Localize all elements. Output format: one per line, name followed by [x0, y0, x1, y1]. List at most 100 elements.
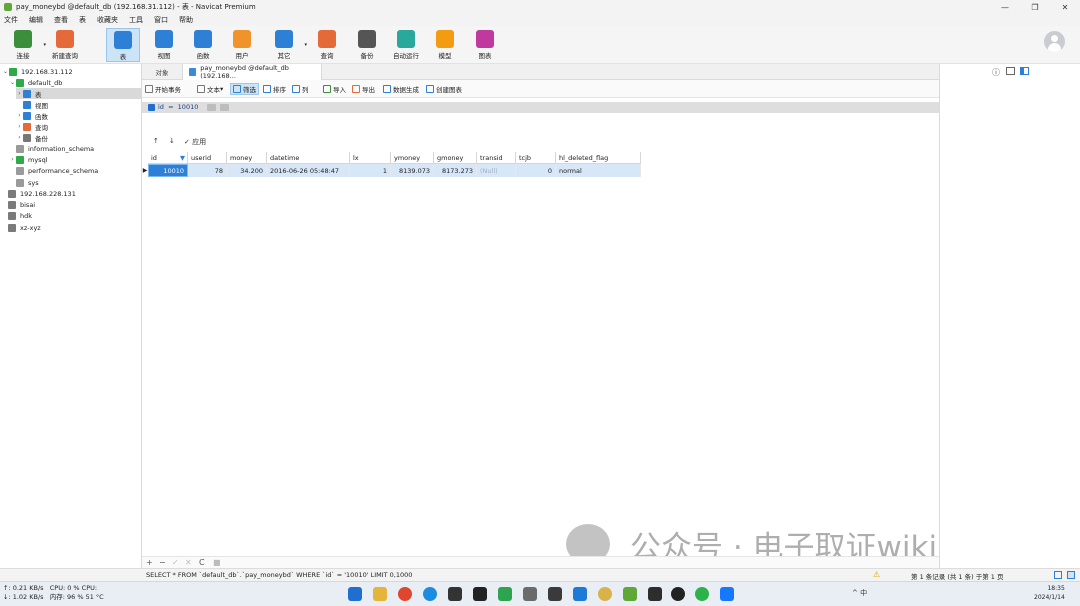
windows-start-icon[interactable] [348, 587, 362, 601]
tree-item-bisai[interactable]: bisai [8, 199, 35, 210]
menu-favorites[interactable]: 收藏夹 [93, 15, 125, 25]
edge-icon[interactable] [423, 587, 437, 601]
app-icon-1[interactable] [448, 587, 462, 601]
apply-changes-button[interactable]: ✓ [172, 558, 179, 567]
cell-id[interactable]: 10010 [148, 164, 188, 177]
delete-record-button[interactable]: − [159, 558, 166, 567]
discard-changes-button[interactable]: ✕ [185, 558, 192, 567]
user-button[interactable]: 用户 [225, 28, 259, 62]
model-button[interactable]: 模型 [428, 28, 462, 62]
tree-item-views[interactable]: 视图 [23, 99, 48, 110]
column-header-id[interactable]: id ▼ [148, 152, 188, 164]
wechat-icon[interactable] [695, 587, 709, 601]
connection-button[interactable]: 连接 ▾ [6, 28, 46, 62]
refresh-button[interactable]: C [199, 558, 205, 567]
warning-icon[interactable]: ⚠ [873, 570, 880, 579]
menu-window[interactable]: 窗口 [150, 15, 175, 25]
tree-item-connection-228[interactable]: 192.168.228.131 [8, 188, 76, 199]
filter-expression[interactable]: id = 10010 [158, 103, 198, 111]
menu-help[interactable]: 帮助 [175, 15, 200, 25]
ddl-icon[interactable] [1006, 67, 1015, 75]
column-header-hl-deleted-flag[interactable]: hl_deleted_flag [556, 152, 641, 164]
column-header-tcjb[interactable]: tcjb [516, 152, 556, 164]
sort-ascending-button[interactable]: ↑ [153, 137, 159, 145]
chevron-down-icon[interactable]: ⌄ [2, 68, 9, 75]
menu-tools[interactable]: 工具 [125, 15, 150, 25]
cell-transid[interactable]: (Null) [477, 164, 516, 177]
filter-button[interactable]: 筛选 [230, 83, 259, 95]
function-button[interactable]: 函数 [186, 28, 220, 62]
view-button[interactable]: 视图 [147, 28, 181, 62]
app-icon-5[interactable] [573, 587, 587, 601]
user-avatar[interactable] [1044, 31, 1065, 52]
app-icon-6[interactable] [598, 587, 612, 601]
query-button[interactable]: 查询 [310, 28, 344, 62]
cell-datetime[interactable]: 2016-06-26 05:48:47 [267, 164, 350, 177]
chevron-right-icon[interactable]: › [9, 156, 16, 163]
column-header-ymoney[interactable]: ymoney [391, 152, 434, 164]
create-chart-button[interactable]: 创建图表 [426, 83, 462, 95]
clock[interactable]: 18:35 2024/1/14 [1034, 584, 1065, 602]
chevron-down-icon[interactable]: ⌄ [9, 79, 16, 86]
chevron-right-icon[interactable]: › [16, 90, 23, 97]
app-icon-7[interactable] [720, 587, 734, 601]
export-button[interactable]: 导出 [352, 83, 375, 95]
app-icon-3[interactable] [523, 587, 537, 601]
maximize-button[interactable]: ❐ [1020, 3, 1050, 12]
column-header-datetime[interactable]: datetime [267, 152, 350, 164]
cell-ymoney[interactable]: 8139.073 [391, 164, 434, 177]
add-record-button[interactable]: + [146, 558, 153, 567]
tree-item-hdk[interactable]: hdk [8, 210, 32, 221]
qq-icon[interactable] [671, 587, 685, 601]
import-button[interactable]: 导入 [323, 83, 346, 95]
tree-item-mysql[interactable]: › mysql [9, 154, 48, 165]
chart-button[interactable]: 图表 [468, 28, 502, 62]
app-icon-2[interactable] [498, 587, 512, 601]
cell-userid[interactable]: 78 [188, 164, 227, 177]
menu-view[interactable]: 查看 [50, 15, 75, 25]
form-view-icon[interactable] [1067, 571, 1075, 579]
cell-tcjb[interactable]: 0 [516, 164, 556, 177]
column-header-gmoney[interactable]: gmoney [434, 152, 477, 164]
app-icon-4[interactable] [548, 587, 562, 601]
tree-item-tables[interactable]: › 表 [16, 88, 141, 99]
column-header-money[interactable]: money [227, 152, 267, 164]
columns-button[interactable]: 列 [292, 83, 309, 95]
column-header-userid[interactable]: userid [188, 152, 227, 164]
tree-item-performance-schema[interactable]: performance_schema [16, 165, 98, 176]
tree-item-xz-xyz[interactable]: xz-xyz [8, 222, 41, 233]
add-condition-button[interactable] [207, 104, 216, 111]
chevron-right-icon[interactable]: › [16, 134, 23, 141]
preview-icon[interactable] [1020, 67, 1029, 75]
begin-transaction-button[interactable]: 开始事务 [145, 83, 181, 95]
chrome-icon[interactable] [398, 587, 412, 601]
file-explorer-icon[interactable] [373, 587, 387, 601]
tree-item-queries[interactable]: › 查询 [16, 121, 48, 132]
menu-edit[interactable]: 编辑 [25, 15, 50, 25]
new-query-button[interactable]: 新建查询 [48, 28, 82, 62]
cell-lx[interactable]: 1 [350, 164, 391, 177]
filter-enabled-checkbox[interactable] [148, 104, 155, 111]
cell-gmoney[interactable]: 8173.273 [434, 164, 477, 177]
terminal-icon[interactable] [648, 587, 662, 601]
backup-button[interactable]: 备份 [350, 28, 384, 62]
chevron-right-icon[interactable]: › [16, 112, 23, 119]
text-button[interactable]: 文本 ▾ [197, 83, 223, 95]
tree-item-functions[interactable]: › 函数 [16, 110, 48, 121]
typora-icon[interactable] [473, 587, 487, 601]
menu-file[interactable]: 文件 [0, 15, 25, 25]
table-button[interactable]: 表 [106, 28, 140, 62]
column-header-transid[interactable]: transid [477, 152, 516, 164]
cell-hl-deleted-flag[interactable]: normal [556, 164, 641, 177]
tree-item-information-schema[interactable]: information_schema [16, 143, 94, 154]
info-icon[interactable]: ⓘ [992, 67, 1000, 78]
tab-pay-moneybd[interactable]: pay_moneybd @default_db (192.168... [182, 64, 322, 80]
others-button[interactable]: 其它 ▾ [267, 28, 307, 62]
tree-item-sys[interactable]: sys [16, 177, 39, 188]
close-button[interactable]: ✕ [1050, 3, 1080, 12]
menu-table[interactable]: 表 [75, 15, 93, 25]
navicat-taskbar-icon[interactable] [623, 587, 637, 601]
automation-button[interactable]: 自动运行 [389, 28, 423, 62]
chevron-right-icon[interactable]: › [16, 123, 23, 130]
more-conditions-button[interactable] [220, 104, 229, 111]
